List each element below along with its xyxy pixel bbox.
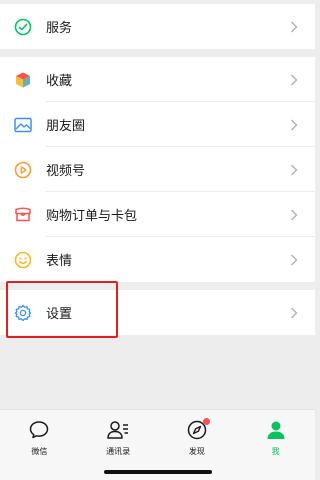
group-settings: 设置 — [0, 290, 315, 335]
menu-item-label: 服务 — [46, 21, 73, 36]
menu-item-label: 朋友圈 — [46, 119, 86, 134]
home-indicator — [103, 470, 212, 474]
tab-label: 发现 — [188, 447, 205, 456]
stickers-icon — [13, 250, 33, 270]
tab-chats[interactable]: 微信 — [0, 410, 79, 480]
menu-item-orders[interactable]: 购物订单与卡包 — [0, 192, 315, 237]
chevron-right-icon — [289, 208, 299, 222]
tab-label: 微信 — [31, 447, 48, 456]
orders-cards-icon — [13, 205, 33, 225]
contacts-icon — [106, 418, 130, 442]
group-content: 收藏 朋友圈 视频号 购物订单与卡包 表情 — [0, 57, 315, 282]
chevron-right-icon — [289, 306, 299, 320]
group-services: 服务 — [0, 4, 315, 49]
tab-label: 通讯录 — [106, 447, 131, 456]
menu-item-label: 视频号 — [46, 164, 86, 179]
tab-label: 我 — [271, 447, 280, 456]
chevron-right-icon — [289, 20, 299, 34]
menu-item-favorites[interactable]: 收藏 — [0, 57, 315, 102]
moments-icon — [13, 115, 33, 135]
channels-icon — [13, 160, 33, 180]
chevron-right-icon — [289, 253, 299, 267]
menu-item-label: 购物订单与卡包 — [46, 209, 138, 224]
gear-icon — [13, 303, 33, 323]
favorites-icon — [13, 70, 33, 90]
chat-bubble-icon — [27, 418, 51, 442]
menu-item-channels[interactable]: 视频号 — [0, 147, 315, 192]
tab-me[interactable]: 我 — [236, 410, 315, 480]
chevron-right-icon — [289, 118, 299, 132]
services-icon — [13, 17, 33, 37]
menu-item-label: 收藏 — [46, 74, 73, 89]
person-icon — [264, 418, 288, 442]
menu-item-stickers[interactable]: 表情 — [0, 237, 315, 282]
chevron-right-icon — [289, 163, 299, 177]
chevron-right-icon — [289, 73, 299, 87]
menu-item-moments[interactable]: 朋友圈 — [0, 102, 315, 147]
group-separator — [0, 49, 315, 57]
notification-dot — [202, 418, 210, 425]
menu-item-services[interactable]: 服务 — [0, 4, 315, 49]
menu-item-label: 设置 — [46, 307, 73, 322]
menu-item-label: 表情 — [46, 254, 73, 269]
group-separator — [0, 282, 315, 290]
menu-item-settings[interactable]: 设置 — [0, 290, 315, 335]
